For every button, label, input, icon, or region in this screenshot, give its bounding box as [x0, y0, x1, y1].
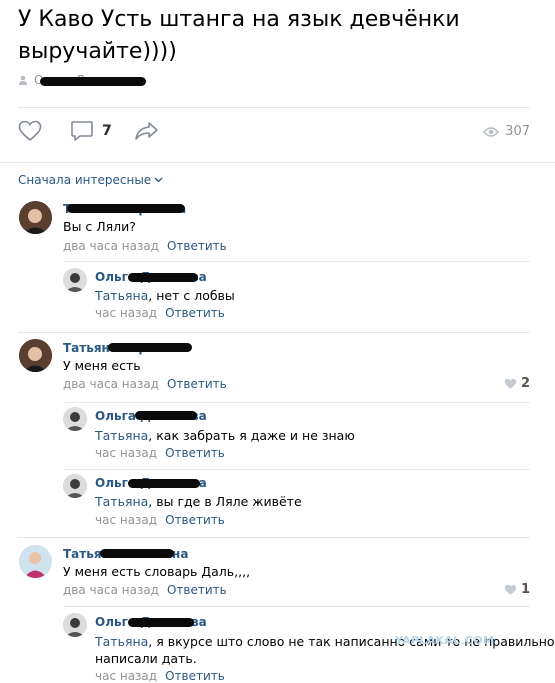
- reply-button[interactable]: Ответить: [167, 239, 227, 253]
- comment-time[interactable]: час назад: [95, 513, 157, 527]
- avatar[interactable]: [63, 474, 87, 498]
- divider: [18, 537, 530, 538]
- comment-time[interactable]: два часа назад: [63, 377, 159, 391]
- divider: [0, 162, 555, 163]
- comment-text: Татьяна, вы где в Ляле живёте: [95, 494, 302, 509]
- person-icon: [19, 75, 27, 85]
- comment: Татьяна Лопатина У меня есть словарь Дал…: [19, 545, 530, 601]
- watermark: YAPLAKAL.COM: [395, 634, 495, 647]
- avatar[interactable]: [19, 201, 52, 234]
- redaction-mark: [135, 411, 197, 420]
- share-icon: [135, 122, 158, 140]
- comment: Татьяна Тарасова У меня есть два часа на…: [19, 339, 530, 395]
- eye-icon: [483, 126, 500, 137]
- comment-text-line2: написали дать.: [95, 651, 197, 666]
- avatar[interactable]: [19, 545, 52, 578]
- comment-like-button[interactable]: 1: [504, 582, 530, 597]
- comment-icon: [71, 121, 93, 141]
- comment-reply: Ольга Денисова Татьяна, как забрать я да…: [63, 407, 530, 463]
- redaction-mark: [128, 618, 194, 627]
- share-button[interactable]: [134, 120, 160, 142]
- reply-button[interactable]: Ответить: [165, 669, 225, 683]
- heart-icon: [504, 584, 517, 595]
- views-count: 307: [505, 124, 530, 139]
- divider: [63, 606, 530, 607]
- reply-to-name[interactable]: Татьяна: [95, 634, 148, 649]
- reply-button[interactable]: Ответить: [165, 446, 225, 460]
- divider: [18, 107, 530, 108]
- redaction-mark: [128, 273, 198, 282]
- views-counter: 307: [483, 124, 530, 139]
- reply-button[interactable]: Ответить: [165, 513, 225, 527]
- comment-text: У меня есть: [63, 358, 141, 373]
- comment-time[interactable]: два часа назад: [63, 583, 159, 597]
- comment-meta: час назад Ответить: [95, 446, 225, 460]
- comment-time[interactable]: час назад: [95, 446, 157, 460]
- redaction-mark: [100, 549, 174, 558]
- reply-button[interactable]: Ответить: [165, 306, 225, 320]
- likes-count: 2: [520, 376, 530, 391]
- sort-dropdown[interactable]: Сначала интересные: [18, 173, 163, 187]
- comment-meta: час назад Ответить: [95, 669, 225, 683]
- comment-meta: два часа назад Ответить: [63, 377, 227, 391]
- divider: [63, 469, 530, 470]
- comment-time[interactable]: два часа назад: [63, 239, 159, 253]
- comment-body: , как забрать я даже и не знаю: [148, 428, 355, 443]
- divider: [63, 402, 530, 403]
- post-title: У Каво Усть штанга на язык девчёнки выру…: [18, 7, 460, 64]
- reply-button[interactable]: Ответить: [167, 583, 227, 597]
- avatar[interactable]: [63, 407, 87, 431]
- reply-to-name[interactable]: Татьяна: [95, 288, 148, 303]
- avatar[interactable]: [19, 339, 52, 372]
- comment-text: Татьяна, нет с лобвы: [95, 288, 235, 303]
- redaction-mark: [128, 479, 200, 488]
- divider: [18, 332, 530, 333]
- comment-body: , вы где в Ляле живёте: [148, 494, 302, 509]
- comments-count: 7: [102, 123, 112, 139]
- comment-text: У меня есть словарь Даль,,,,: [63, 564, 251, 579]
- comment-time[interactable]: час назад: [95, 306, 157, 320]
- redaction-mark: [67, 204, 185, 213]
- avatar[interactable]: [63, 613, 87, 637]
- comment-meta: два часа назад Ответить: [63, 239, 227, 253]
- comment-meta: два часа назад Ответить: [63, 583, 227, 597]
- likes-count: 1: [520, 582, 530, 597]
- comment-meta: час назад Ответить: [95, 306, 225, 320]
- redaction-mark: [108, 343, 192, 352]
- post-actions: 7 307: [18, 120, 530, 148]
- reply-button[interactable]: Ответить: [167, 377, 227, 391]
- avatar[interactable]: [63, 268, 87, 292]
- comment-text: Татьяна, как забрать я даже и не знаю: [95, 428, 355, 443]
- like-button[interactable]: [18, 120, 42, 142]
- sort-label: Сначала интересные: [18, 173, 152, 187]
- divider: [63, 261, 530, 262]
- comment-time[interactable]: час назад: [95, 669, 157, 683]
- comment-body: , нет с лобвы: [148, 288, 235, 303]
- comment-button[interactable]: 7: [70, 120, 112, 142]
- heart-icon: [504, 378, 517, 389]
- redaction-mark: [40, 77, 146, 86]
- comment-text: Вы с Ляли?: [63, 219, 136, 234]
- heart-icon: [18, 120, 42, 142]
- comment-meta: час назад Ответить: [95, 513, 225, 527]
- reply-to-name[interactable]: Татьяна: [95, 428, 148, 443]
- reply-to-name[interactable]: Татьяна: [95, 494, 148, 509]
- comment-like-button[interactable]: 2: [504, 376, 530, 391]
- chevron-down-icon: [154, 177, 163, 183]
